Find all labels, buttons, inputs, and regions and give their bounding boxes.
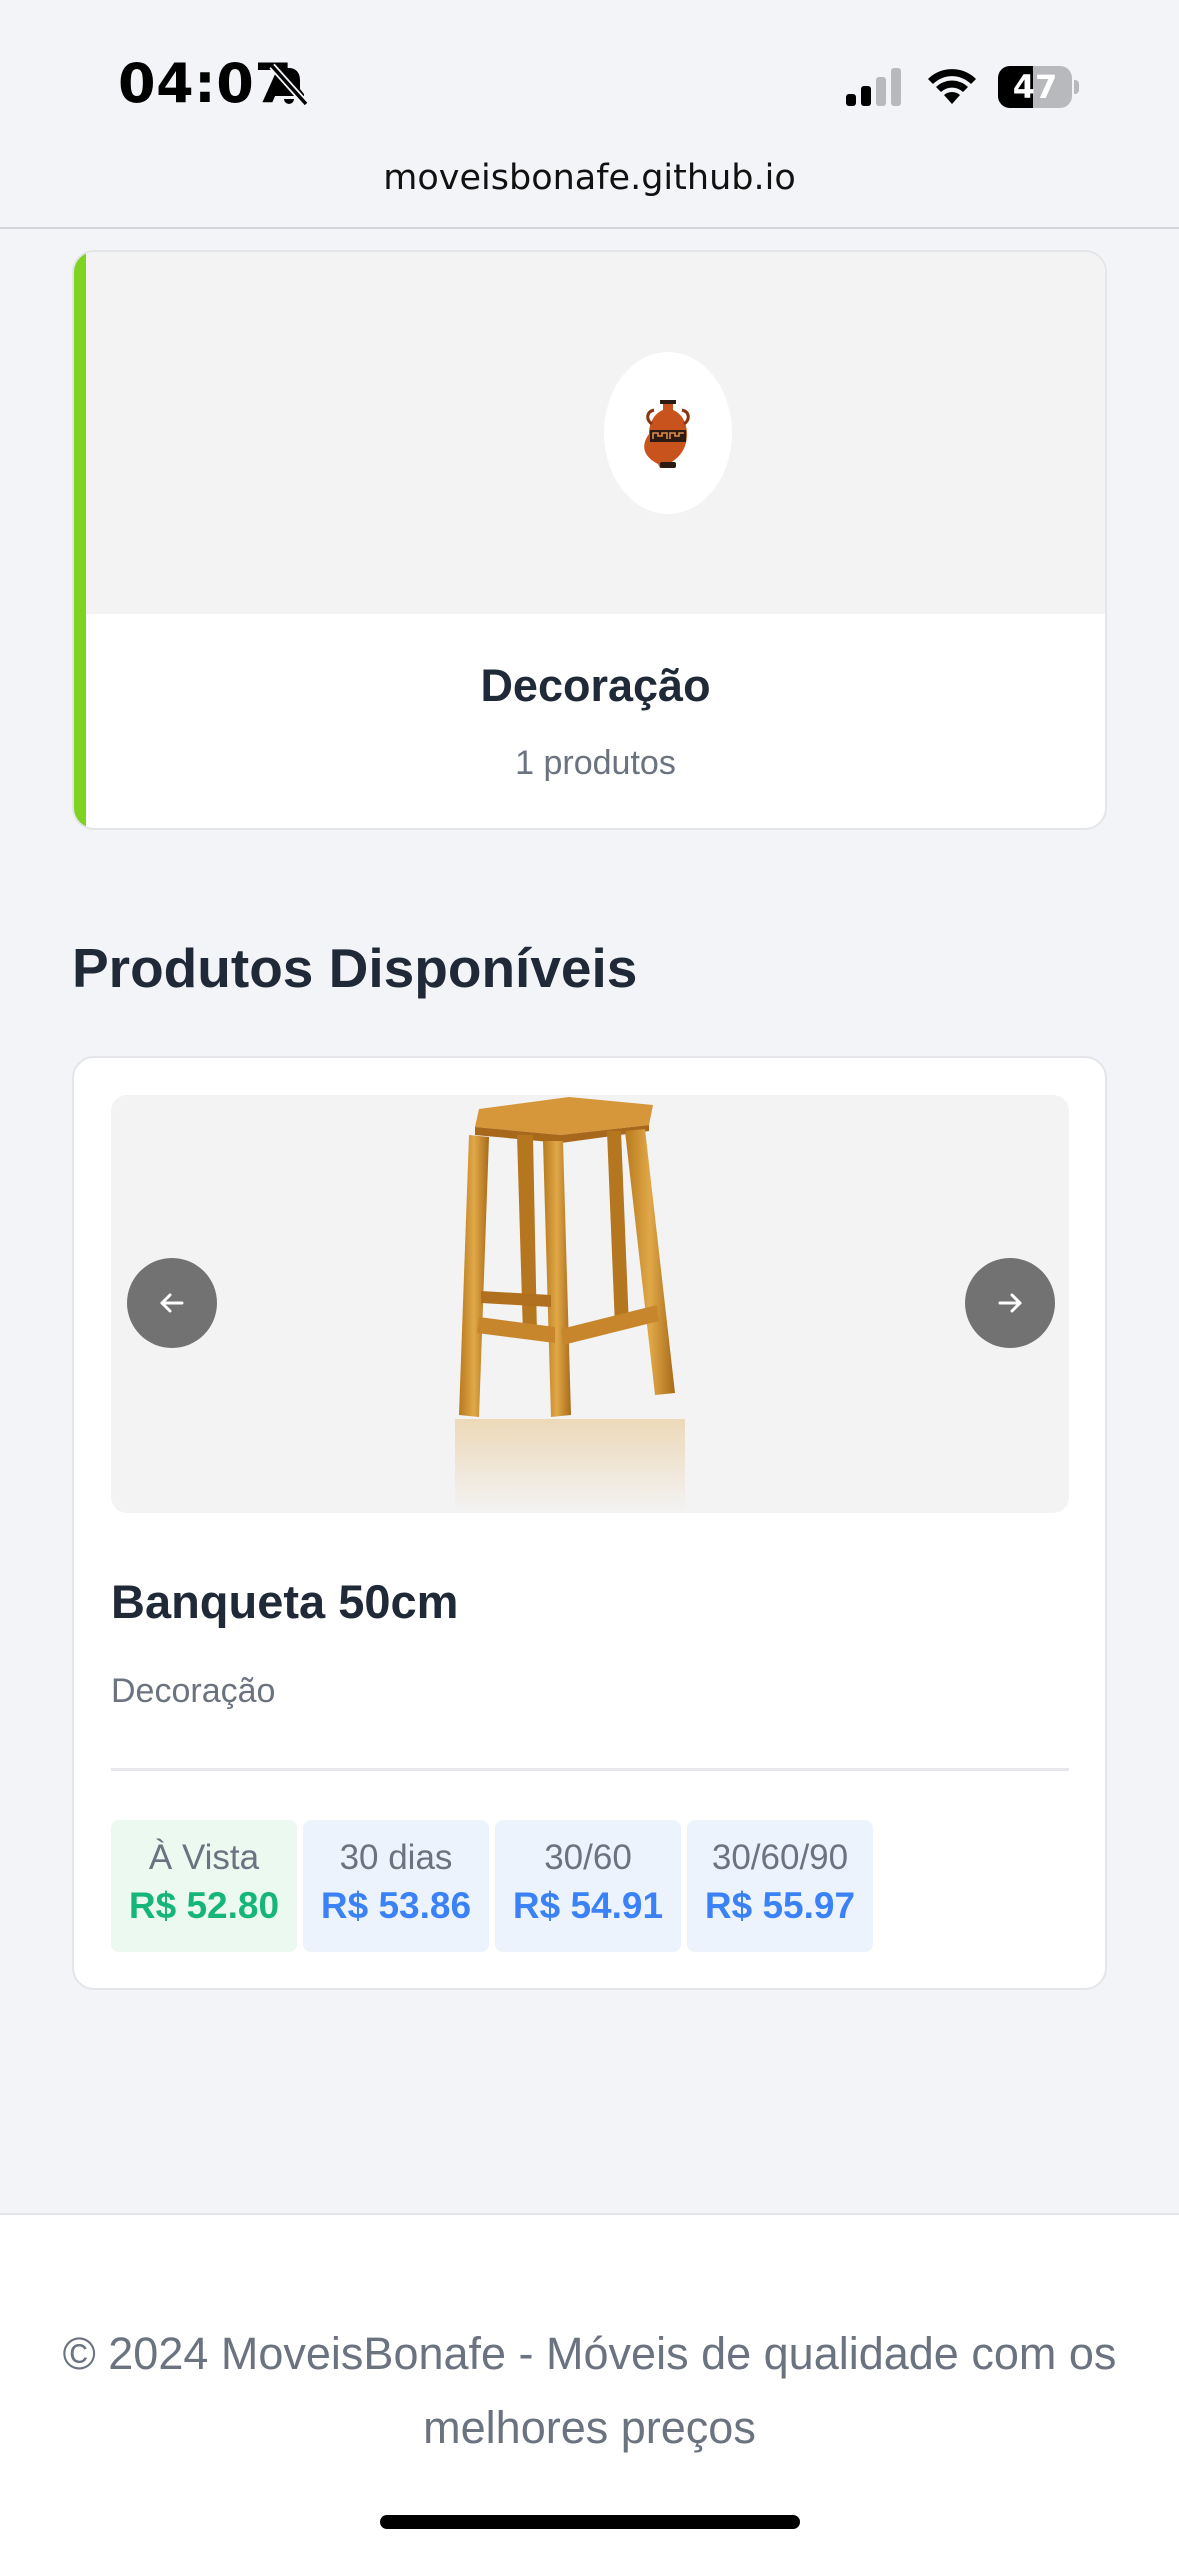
category-accent-bar [74,252,86,828]
cellular-signal-icon [846,68,901,106]
battery-percentage: 47 [1012,68,1058,106]
carousel-next-button[interactable] [965,1258,1055,1348]
price-option-30-days: 30 dias R$ 53.86 [303,1820,489,1952]
product-image-wooden-stool [455,1097,685,1513]
divider [111,1768,1069,1771]
price-options: À Vista R$ 52.80 30 dias R$ 53.86 30/60 … [111,1820,873,1952]
price-label: 30 dias [339,1838,453,1877]
price-label: 30/60 [544,1838,632,1877]
category-product-count: 1 produtos [515,744,676,782]
price-option-cash: À Vista R$ 52.80 [111,1820,297,1952]
product-card[interactable]: Banqueta 50cm Decoração À Vista R$ 52.80… [72,1056,1107,1990]
footer-copyright: © 2024 MoveisBonafe - Móveis de qualidad… [62,2328,1117,2453]
carousel-prev-button[interactable] [127,1258,217,1348]
section-title: Produtos Disponíveis [72,937,638,999]
product-category: Decoração [111,1672,276,1710]
category-card[interactable]: Decoração 1 produtos [72,250,1107,830]
price-value: R$ 52.80 [128,1885,280,1926]
category-icon-circle [604,352,732,514]
price-option-30-60: 30/60 R$ 54.91 [495,1820,681,1952]
price-value: R$ 54.91 [512,1885,664,1926]
category-image-area [86,252,1105,614]
price-option-30-60-90: 30/60/90 R$ 55.97 [687,1820,873,1952]
product-title: Banqueta 50cm [111,1575,459,1628]
price-value: R$ 53.86 [320,1885,472,1926]
price-value: R$ 55.97 [704,1885,856,1926]
arrow-left-icon [160,1293,184,1313]
arrow-right-icon [998,1293,1022,1313]
battery-icon: 47 [998,66,1079,108]
bell-muted-icon [269,63,309,107]
category-title: Decoração [480,660,711,711]
price-label: À Vista [148,1838,260,1877]
price-label: 30/60/90 [711,1838,849,1877]
wifi-icon [928,69,976,104]
page-footer: © 2024 MoveisBonafe - Móveis de qualidad… [0,2213,1179,2556]
product-image-carousel[interactable] [111,1095,1069,1513]
address-bar-url[interactable]: moveisbonafe.github.io [0,158,1179,198]
home-indicator[interactable] [380,2515,800,2529]
amphora-vase-icon [644,400,690,468]
status-and-url-bar: 04:07 47 moveisbonafe.github.io [0,0,1179,229]
